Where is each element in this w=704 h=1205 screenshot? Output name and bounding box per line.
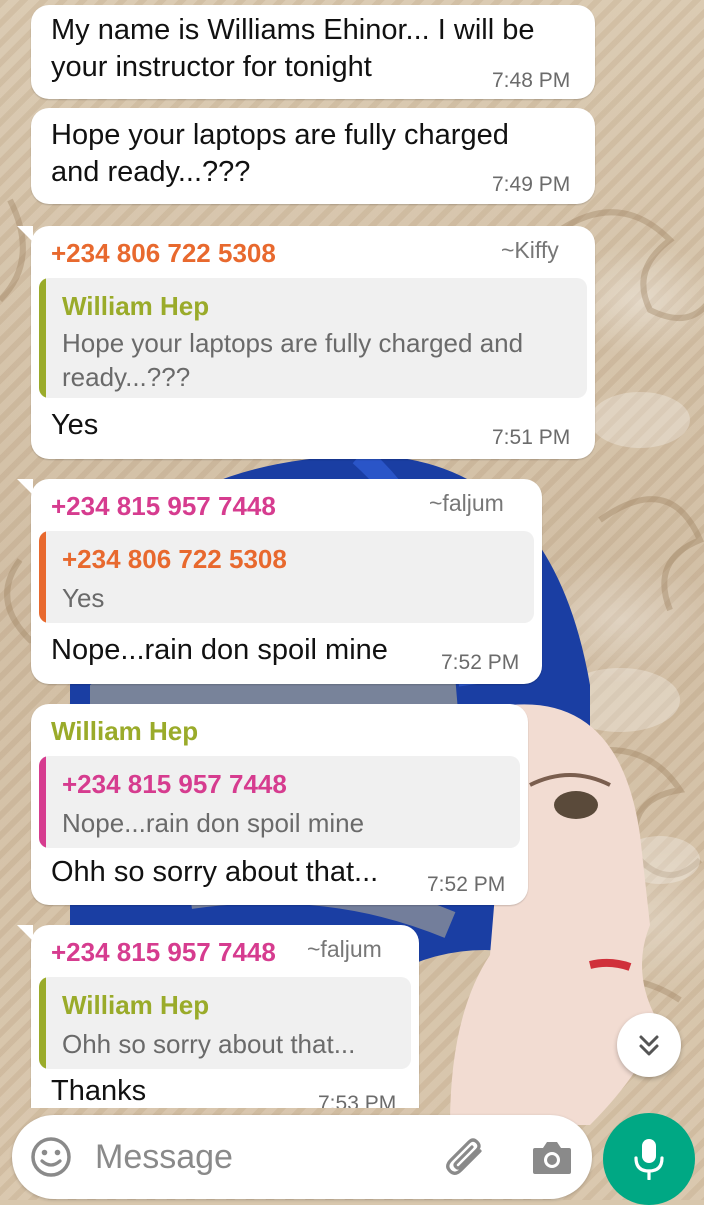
sender-alias: ~faljum [429, 490, 504, 516]
quote-sender: +234 815 957 7448 [62, 769, 287, 799]
emoji-icon[interactable] [29, 1135, 73, 1179]
sender-name[interactable]: William Hep [51, 716, 198, 747]
message-time: 7:52 PM [427, 873, 506, 896]
sender-alias: ~Kiffy [501, 237, 559, 263]
quote-bar [39, 756, 46, 848]
camera-icon[interactable] [531, 1138, 573, 1176]
message-time: 7:51 PM [492, 426, 571, 449]
voice-record-button[interactable] [603, 1113, 695, 1205]
scroll-to-bottom-button[interactable] [617, 1013, 681, 1077]
quote-bar [39, 977, 46, 1069]
message-bubble[interactable]: +234 806 722 5308 ~Kiffy William Hep Hop… [17, 226, 595, 459]
message-time: 7:53 PM [318, 1092, 397, 1108]
quote-text: Ohh so sorry about that... [62, 1029, 356, 1059]
quote-bar [39, 531, 46, 623]
quoted-message[interactable]: +234 806 722 5308 Yes [39, 531, 534, 623]
message-text: My name is Williams Ehinor... I will be … [51, 14, 535, 83]
quote-sender: +234 806 722 5308 [62, 544, 287, 574]
sender-phone[interactable]: +234 815 957 7448 [51, 937, 276, 968]
quoted-message[interactable]: +234 815 957 7448 Nope...rain don spoil … [39, 756, 520, 848]
message-bubble[interactable]: My name is Williams Ehinor... I will be … [31, 5, 595, 99]
sender-phone[interactable]: +234 806 722 5308 [51, 238, 276, 269]
message-text: Hope your laptops are fully charged and … [51, 119, 509, 188]
message-text: Nope...rain don spoil mine [51, 634, 388, 666]
message-time: 7:52 PM [441, 651, 520, 674]
attach-icon[interactable] [442, 1137, 490, 1181]
message-text: Ohh so sorry about that... [51, 856, 379, 888]
message-bubble[interactable]: William Hep +234 815 957 7448 Nope...rai… [31, 704, 528, 905]
message-bubble[interactable]: +234 815 957 7448 ~faljum William Hep Oh… [17, 925, 419, 1108]
sender-alias: ~faljum [307, 936, 382, 962]
message-composer[interactable]: Message [12, 1115, 592, 1199]
message-input[interactable]: Message [95, 1138, 233, 1177]
mic-icon [634, 1139, 664, 1180]
quoted-message[interactable]: William Hep Hope your laptops are fully … [39, 278, 587, 398]
message-bubble[interactable]: +234 815 957 7448 ~faljum +234 806 722 5… [17, 479, 542, 684]
sender-phone[interactable]: +234 815 957 7448 [51, 491, 276, 522]
quote-text: Hope your laptops are fully charged and … [62, 328, 524, 392]
message-time: 7:48 PM [492, 69, 571, 92]
message-time: 7:49 PM [492, 173, 571, 196]
quote-bar [39, 278, 46, 398]
message-text: Yes [51, 409, 99, 441]
message-list[interactable]: My name is Williams Ehinor... I will be … [0, 0, 704, 1108]
quote-sender: William Hep [62, 990, 210, 1020]
quoted-message[interactable]: William Hep Ohh so sorry about that... [39, 977, 411, 1069]
quote-text: Nope...rain don spoil mine [62, 808, 365, 838]
quote-sender: William Hep [62, 291, 210, 321]
double-chevron-down-icon [639, 1035, 659, 1056]
message-bubble[interactable]: Hope your laptops are fully charged and … [31, 108, 595, 204]
message-text: Thanks [51, 1075, 147, 1107]
quote-text: Yes [62, 583, 105, 613]
